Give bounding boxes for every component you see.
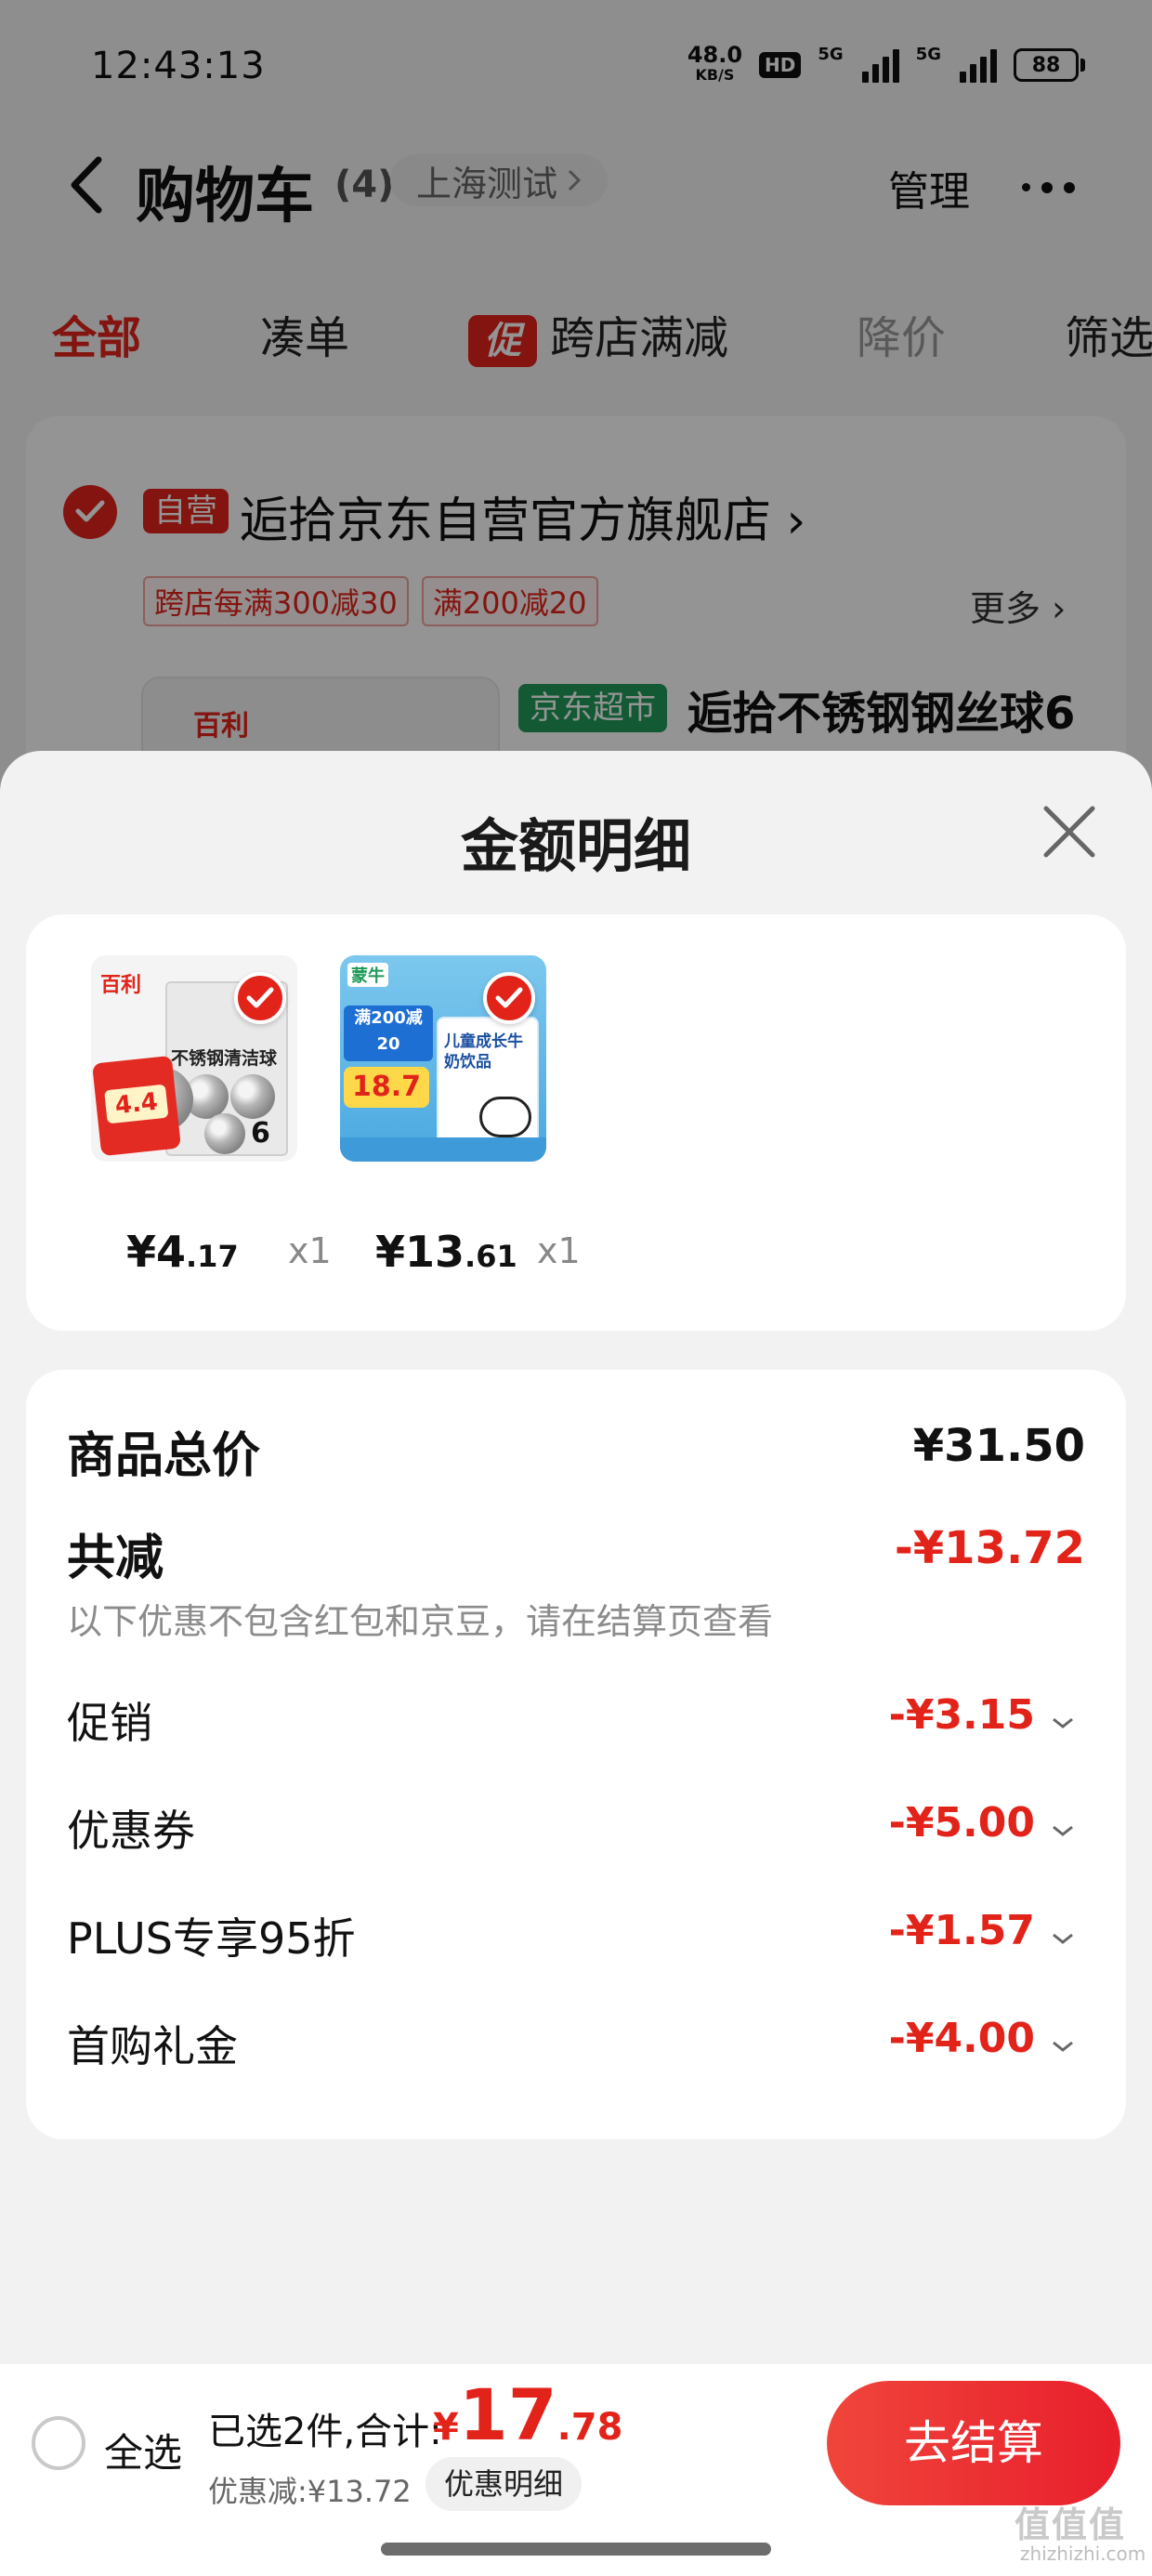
- price-detail-sheet: 金额明细 百利 不锈钢清洁球 4.4 6 ¥4.17 x1 蒙牛 满200减20…: [0, 751, 1152, 2576]
- promo-banner: 满200减20: [344, 1005, 433, 1061]
- price-badge: 18.7: [344, 1067, 429, 1108]
- coupon-value[interactable]: -¥5.00: [889, 1799, 1035, 1847]
- selected-check: [483, 972, 535, 1024]
- promotion-value[interactable]: -¥3.15: [889, 1691, 1035, 1739]
- product-price: ¥13.61: [375, 1227, 517, 1277]
- watermark-logo: 值值值: [1015, 2504, 1127, 2545]
- checkout-button[interactable]: 去结算: [827, 2381, 1120, 2505]
- check-icon: [495, 987, 523, 1008]
- cow-illustration: [479, 1097, 531, 1137]
- select-all-label[interactable]: 全选: [104, 2422, 182, 2478]
- product-price: ¥4.17: [126, 1227, 239, 1277]
- coupon-label: 优惠券: [67, 1806, 195, 1856]
- chevron-down-icon[interactable]: [1050, 1714, 1076, 1732]
- total-integer: 17: [458, 2373, 557, 2456]
- chevron-down-icon[interactable]: [1050, 2037, 1076, 2056]
- selection-summary: 已选2件,合计:: [208, 2411, 442, 2453]
- first-purchase-gift-value[interactable]: -¥4.00: [889, 2015, 1035, 2062]
- discount-summary: 优惠减:¥13.72: [208, 2474, 412, 2509]
- check-icon: [246, 987, 274, 1008]
- home-indicator[interactable]: [381, 2543, 771, 2556]
- currency-symbol: ¥: [433, 2406, 459, 2449]
- amount-detail-card: 商品总价 ¥31.50 共减 -¥13.72 以下优惠不包含红包和京豆，请在结算…: [26, 1370, 1126, 2139]
- first-purchase-gift-label: 首购礼金: [67, 2021, 238, 2071]
- price-tag: 4.4: [92, 1055, 181, 1157]
- watermark-url: zhizhizhi.com: [1020, 2543, 1146, 2565]
- package-count: 6: [251, 1117, 270, 1150]
- total-reduce-value: -¥13.72: [894, 1522, 1085, 1574]
- price-tag-value: 4.4: [104, 1084, 169, 1124]
- subtotal-value: ¥31.50: [912, 1420, 1085, 1472]
- sheet-title: 金额明细: [460, 812, 691, 880]
- total-decimal: .78: [556, 2406, 623, 2449]
- select-all-checkbox[interactable]: [32, 2416, 85, 2470]
- plus-discount-value[interactable]: -¥1.57: [889, 1907, 1035, 1954]
- subtotal-label: 商品总价: [67, 1428, 261, 1484]
- product-item[interactable]: 百利 不锈钢清洁球 4.4 6 ¥4.17 x1: [61, 914, 332, 1331]
- package-title: 不锈钢清洁球: [171, 1048, 278, 1069]
- selected-check: [234, 972, 286, 1024]
- chevron-down-icon[interactable]: [1050, 1929, 1076, 1948]
- brand-logo: 蒙牛: [347, 963, 388, 987]
- plus-discount-label: PLUS专享95折: [67, 1913, 356, 1964]
- selected-products: 百利 不锈钢清洁球 4.4 6 ¥4.17 x1 蒙牛 满200减20 18.7…: [26, 914, 1126, 1331]
- total-reduce-label: 共减: [67, 1531, 164, 1586]
- discount-detail-button[interactable]: 优惠明细: [425, 2457, 583, 2511]
- close-icon[interactable]: [1037, 799, 1102, 864]
- price-integer: ¥13: [375, 1227, 465, 1277]
- price-integer: ¥4: [126, 1227, 187, 1277]
- price-decimal: .61: [465, 1239, 517, 1274]
- promotion-label: 促销: [67, 1698, 152, 1748]
- product-quantity: x1: [537, 1230, 581, 1271]
- product-box: 儿童成长牛奶饮品: [437, 1017, 539, 1152]
- box-text: 儿童成长牛奶饮品: [444, 1032, 523, 1071]
- product-item[interactable]: 蒙牛 满200减20 18.7 儿童成长牛奶饮品 ¥13.61 x1: [310, 914, 581, 1331]
- discount-note: 以下优惠不包含红包和京豆，请在结算页查看: [67, 1601, 774, 1642]
- brand-logo: 百利: [100, 974, 142, 997]
- chevron-down-icon[interactable]: [1050, 1821, 1076, 1840]
- price-decimal: .17: [186, 1239, 239, 1274]
- total-amount: ¥17.78: [433, 2373, 622, 2456]
